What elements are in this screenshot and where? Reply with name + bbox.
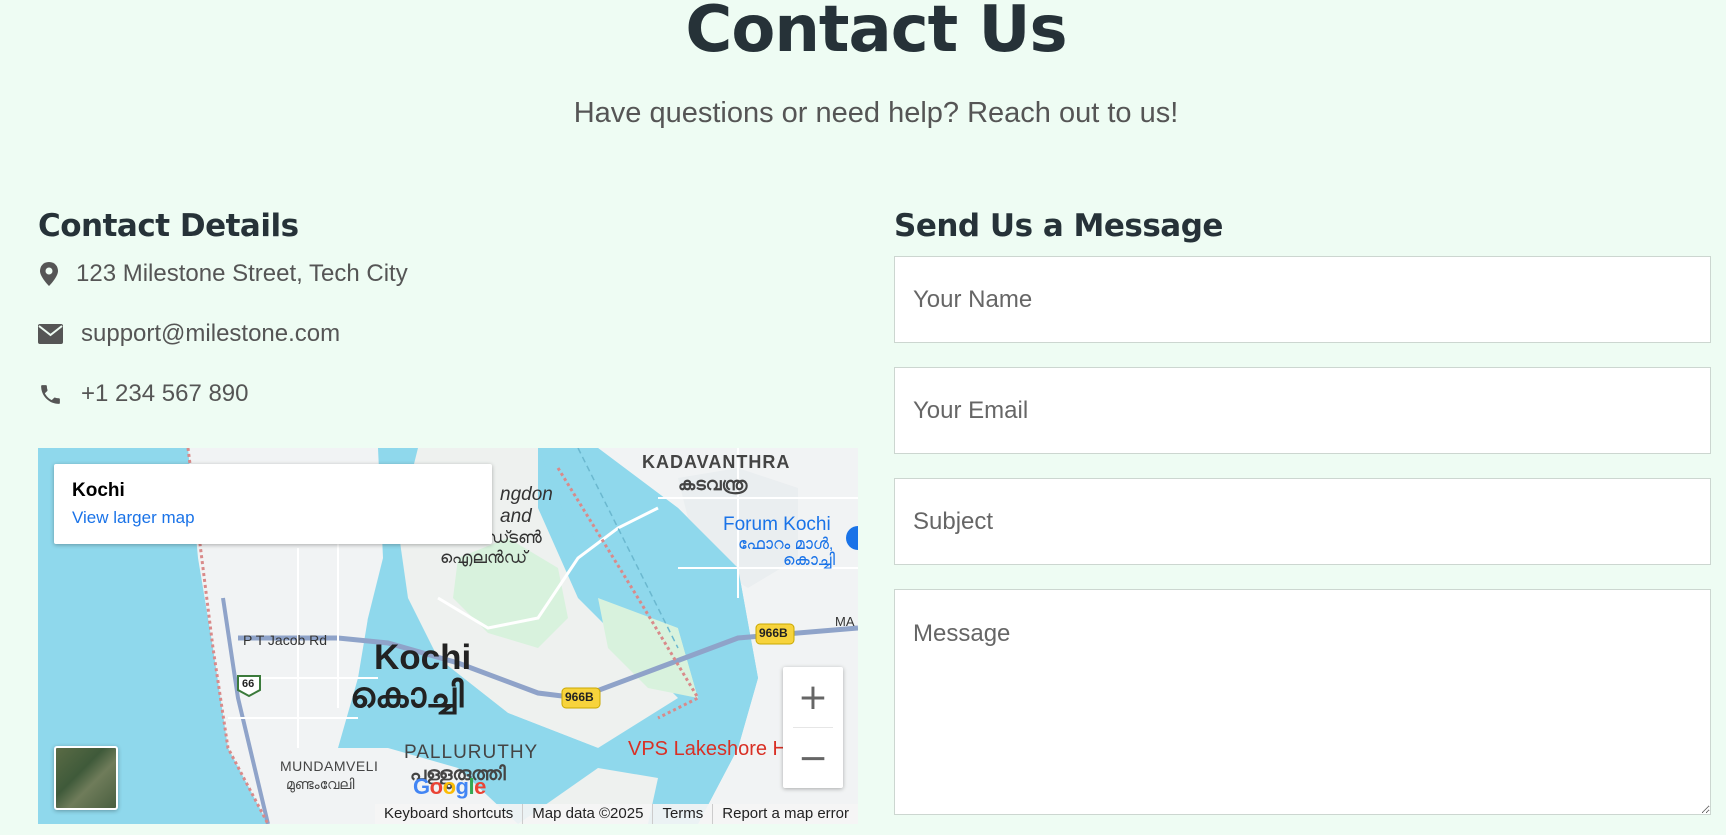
map-label-mundamveli-ml: മുണ്ടംവേലി: [286, 776, 355, 792]
map-label-ma: MA: [835, 614, 855, 629]
email-text[interactable]: support@milestone.com: [81, 320, 340, 348]
page-title: Contact Us: [685, 0, 1067, 67]
contact-details-heading: Contact Details: [38, 208, 299, 244]
map-label-willingdon-ml2: ഐലൻഡ്: [440, 548, 528, 567]
google-logo: Google: [413, 774, 486, 799]
contact-phone: +1 234 567 890: [38, 380, 249, 408]
place-card: Kochi View larger map: [54, 464, 492, 544]
road-shield-966b-a: 966B: [759, 626, 788, 640]
report-map-error-link[interactable]: Report a map error: [713, 804, 858, 824]
contact-address: 123 Milestone Street, Tech City: [38, 260, 408, 288]
place-name: Kochi: [72, 480, 125, 501]
map-label-kadavanthra: KADAVANTHRA: [642, 452, 791, 472]
map-label-forum: Forum Kochi: [723, 514, 831, 535]
contact-email: support@milestone.com: [38, 320, 340, 348]
keyboard-shortcuts-link[interactable]: Keyboard shortcuts: [375, 804, 524, 824]
subject-input[interactable]: [894, 478, 1711, 565]
map-label-kochi: Kochi: [374, 638, 472, 677]
view-larger-map-link[interactable]: View larger map: [72, 508, 474, 528]
map-label-vps: VPS Lakeshore H: [628, 738, 787, 760]
form-heading: Send Us a Message: [894, 208, 1223, 244]
message-textarea[interactable]: [894, 589, 1711, 815]
name-input[interactable]: [894, 256, 1711, 343]
zoom-controls: + −: [783, 667, 843, 788]
map-data-text: Map data ©2025: [523, 804, 654, 824]
phone-icon: [41, 384, 60, 404]
road-shield-66: 66: [242, 678, 255, 690]
map-label-willingdon-2: and: [500, 506, 532, 527]
map-label-pjacob: P T Jacob Rd: [243, 632, 328, 648]
satellite-toggle[interactable]: [54, 746, 118, 810]
page-subtitle: Have questions or need help? Reach out t…: [573, 97, 1179, 129]
map-marker-icon: [40, 262, 58, 286]
map-label-mundamveli: MUNDAMVELI: [280, 758, 379, 774]
map-label-kadavanthra-ml: കടവന്ത്ര: [678, 474, 748, 494]
map-label-willingdon-ml1: ഡ്ടൺ: [486, 528, 542, 547]
map-footer: Keyboard shortcuts Map data ©2025 Terms …: [375, 804, 858, 824]
map-label-palluruthy: PALLURUTHY: [404, 742, 539, 763]
zoom-in-button[interactable]: +: [783, 667, 843, 727]
map-label-kochi-ml: കൊച്ചി: [350, 676, 464, 715]
map-label-willingdon: ngdon: [500, 484, 553, 505]
envelope-icon: [38, 324, 63, 344]
zoom-out-button[interactable]: −: [783, 728, 843, 788]
embedded-map[interactable]: KADAVANTHRA കടവന്ത്ര ngdon and ഡ്ടൺ ഐലൻഡ…: [38, 448, 858, 824]
email-input[interactable]: [894, 367, 1711, 454]
map-label-forum-ml2: കൊച്ചി: [783, 552, 835, 569]
road-shield-966b-b: 966B: [565, 690, 594, 704]
phone-text[interactable]: +1 234 567 890: [81, 380, 249, 408]
terms-link[interactable]: Terms: [653, 804, 714, 824]
address-text: 123 Milestone Street, Tech City: [76, 260, 408, 287]
